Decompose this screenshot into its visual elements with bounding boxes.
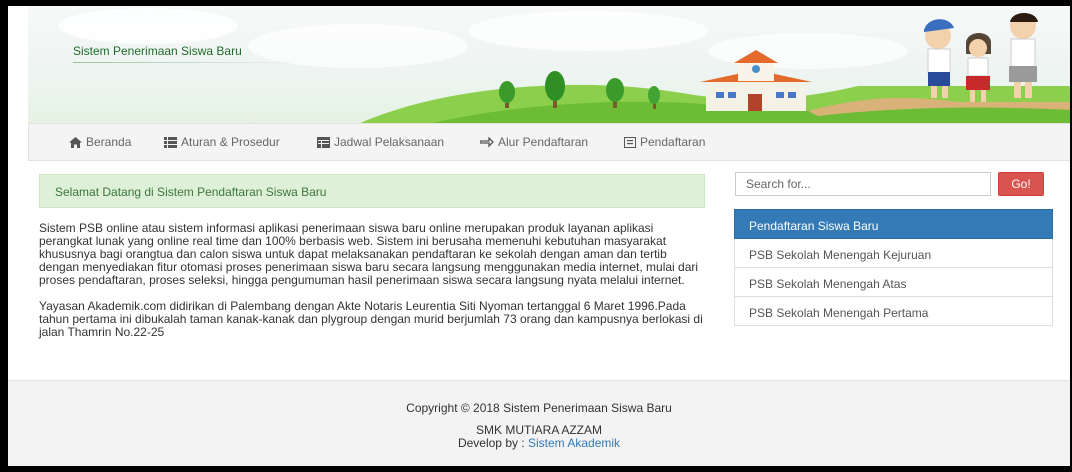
developer-credit: Develop by : Sistem Akademik [8, 436, 1070, 450]
page: Sistem Penerimaan Siswa Baru Beranda Atu… [8, 6, 1070, 466]
nav-item-label: Jadwal Pelaksanaan [334, 135, 445, 149]
nav-item-pendaftaran[interactable]: Pendaftaran [624, 135, 705, 149]
form-icon [624, 136, 636, 148]
home-icon [69, 136, 82, 148]
nav-item-jadwal-pelaksanaan[interactable]: Jadwal Pelaksanaan [317, 135, 444, 149]
welcome-alert: Selamat Datang di Sistem Pendaftaran Sis… [39, 174, 705, 208]
history-paragraph: Yayasan Akademik.com didirikan di Palemb… [39, 299, 703, 339]
search-button[interactable]: Go! [998, 172, 1044, 196]
header-illustration [58, 8, 1070, 124]
nav-item-beranda[interactable]: Beranda [69, 135, 131, 149]
list-item-sma[interactable]: PSB Sekolah Menengah Atas [734, 268, 1053, 297]
main-navbar: Beranda Aturan & Prosedur Jadwal Pelaksa… [28, 123, 1070, 161]
list-item-smk[interactable]: PSB Sekolah Menengah Kejuruan [734, 239, 1053, 268]
site-title: Sistem Penerimaan Siswa Baru [73, 44, 242, 58]
search-input[interactable] [735, 172, 991, 196]
developer-link[interactable]: Sistem Akademik [528, 436, 620, 450]
nav-item-label: Aturan & Prosedur [181, 135, 280, 149]
copyright-text: Copyright © 2018 Sistem Penerimaan Siswa… [406, 401, 672, 415]
nav-item-alur-pendaftaran[interactable]: Alur Pendaftaran [480, 135, 588, 149]
page-footer: Copyright © 2018 Sistem Penerimaan Siswa… [8, 380, 1070, 466]
header-banner: Sistem Penerimaan Siswa Baru [28, 6, 1070, 124]
nav-item-label: Alur Pendaftaran [498, 135, 589, 149]
nav-item-aturan-prosedur[interactable]: Aturan & Prosedur [164, 135, 280, 149]
nav-item-label: Pendaftaran [640, 135, 706, 149]
main-content: Sistem PSB online atau sistem informasi … [39, 222, 709, 352]
registration-list: Pendaftaran Siswa Baru PSB Sekolah Menen… [734, 209, 1053, 326]
school-name: SMK MUTIARA AZZAM [475, 423, 602, 437]
list-item-smp[interactable]: PSB Sekolah Menengah Pertama [734, 297, 1053, 326]
list-heading-pendaftaran[interactable]: Pendaftaran Siswa Baru [734, 209, 1053, 239]
table-icon [317, 136, 330, 148]
intro-paragraph: Sistem PSB online atau sistem informasi … [39, 221, 699, 287]
list-icon [164, 136, 177, 148]
title-underline [73, 62, 303, 63]
nav-item-label: Beranda [86, 135, 132, 149]
transfer-icon [480, 136, 494, 148]
developer-prefix: Develop by : [457, 436, 528, 450]
